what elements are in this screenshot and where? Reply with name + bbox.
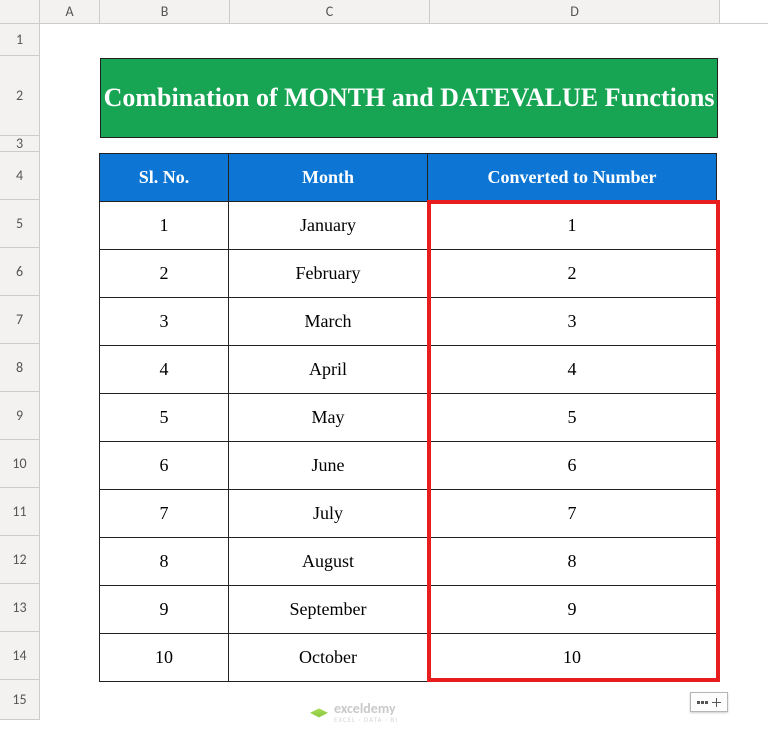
header-month[interactable]: Month [228,153,428,202]
header-conv[interactable]: Converted to Number [427,153,717,202]
row-header-13[interactable]: 13 [0,584,40,632]
table-header-row: Sl. No. Month Converted to Number [100,154,718,202]
select-all-corner[interactable] [0,0,40,24]
spreadsheet-grid: A B C D 1 2 3 4 5 6 7 8 9 10 11 12 13 14… [0,0,768,24]
autofill-options-button[interactable] [690,692,728,712]
plus-icon [712,698,721,707]
cell-slno[interactable]: 6 [99,441,229,490]
cell-month[interactable]: January [228,201,428,250]
table-row: 5 May 5 [100,394,718,442]
cell-slno[interactable]: 2 [99,249,229,298]
table-row: 7 July 7 [100,490,718,538]
cell-conv[interactable]: 9 [427,585,717,634]
row-header-11[interactable]: 11 [0,488,40,536]
row-header-12[interactable]: 12 [0,536,40,584]
cell-slno[interactable]: 4 [99,345,229,394]
row-header-6[interactable]: 6 [0,248,40,296]
cell-conv[interactable]: 5 [427,393,717,442]
table-row: 10 October 10 [100,634,718,682]
title-text: Combination of MONTH and DATEVALUE Funct… [104,80,715,115]
cell-conv[interactable]: 7 [427,489,717,538]
logo-icon [310,703,328,721]
row-header-14[interactable]: 14 [0,632,40,680]
cell-month[interactable]: April [228,345,428,394]
cell-slno[interactable]: 10 [99,633,229,682]
cell-slno[interactable]: 7 [99,489,229,538]
watermark-logo: exceldemy EXCEL · DATA · BI [310,700,398,724]
table-row: 1 January 1 [100,202,718,250]
cell-month[interactable]: July [228,489,428,538]
cell-slno[interactable]: 9 [99,585,229,634]
cell-conv[interactable]: 4 [427,345,717,394]
table-row: 4 April 4 [100,346,718,394]
column-headers-row: A B C D [0,0,768,24]
cell-month[interactable]: June [228,441,428,490]
autofill-icon [701,701,704,704]
cell-slno[interactable]: 8 [99,537,229,586]
autofill-icon [697,701,700,704]
data-table: Sl. No. Month Converted to Number 1 Janu… [100,154,718,682]
col-header-B[interactable]: B [100,0,230,23]
cell-month[interactable]: May [228,393,428,442]
cell-month[interactable]: August [228,537,428,586]
row-header-1[interactable]: 1 [0,24,40,56]
cell-slno[interactable]: 5 [99,393,229,442]
table-row: 8 August 8 [100,538,718,586]
cell-conv[interactable]: 1 [427,201,717,250]
row-header-7[interactable]: 7 [0,296,40,344]
table-row: 3 March 3 [100,298,718,346]
cell-conv[interactable]: 2 [427,249,717,298]
header-slno[interactable]: Sl. No. [99,153,229,202]
autofill-icon [705,701,708,704]
row-header-9[interactable]: 9 [0,392,40,440]
col-header-A[interactable]: A [40,0,100,23]
row-headers-col: 1 2 3 4 5 6 7 8 9 10 11 12 13 14 15 [0,24,40,720]
row-header-15[interactable]: 15 [0,680,40,720]
watermark-tagline: EXCEL · DATA · BI [334,715,398,724]
cell-slno[interactable]: 1 [99,201,229,250]
cell-month[interactable]: March [228,297,428,346]
col-header-D[interactable]: D [430,0,720,23]
row-header-3[interactable]: 3 [0,136,40,152]
cell-conv[interactable]: 6 [427,441,717,490]
cell-month[interactable]: February [228,249,428,298]
table-row: 2 February 2 [100,250,718,298]
col-header-C[interactable]: C [230,0,430,23]
title-merged-cell[interactable]: Combination of MONTH and DATEVALUE Funct… [100,58,718,138]
cell-month[interactable]: October [228,633,428,682]
cell-slno[interactable]: 3 [99,297,229,346]
row-header-4[interactable]: 4 [0,152,40,200]
row-header-8[interactable]: 8 [0,344,40,392]
row-header-2[interactable]: 2 [0,56,40,136]
cell-conv[interactable]: 8 [427,537,717,586]
cell-conv[interactable]: 3 [427,297,717,346]
table-row: 6 June 6 [100,442,718,490]
cell-month[interactable]: September [228,585,428,634]
row-header-10[interactable]: 10 [0,440,40,488]
row-header-5[interactable]: 5 [0,200,40,248]
table-row: 9 September 9 [100,586,718,634]
cell-conv[interactable]: 10 [427,633,717,682]
